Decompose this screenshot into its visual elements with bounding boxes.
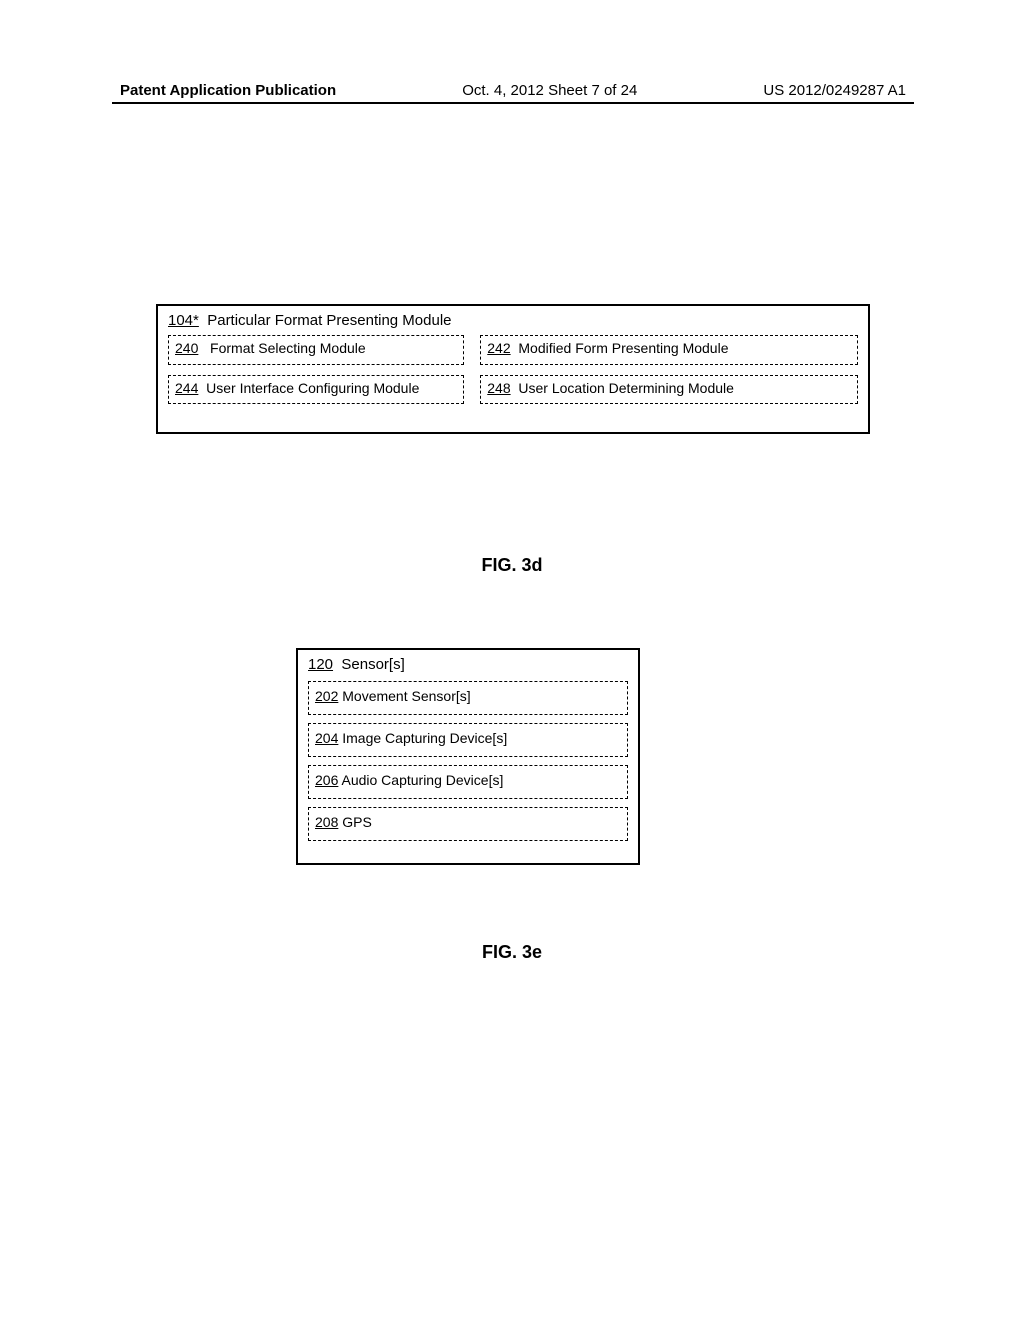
label-208: GPS <box>342 814 372 830</box>
fig3e-sensor-box: 120 Sensor[s] 202 Movement Sensor[s] 204… <box>296 648 640 865</box>
fig3e-box-204: 204 Image Capturing Device[s] <box>308 723 628 757</box>
page-header: Patent Application Publication Oct. 4, 2… <box>120 82 906 99</box>
fig3d-caption: FIG. 3d <box>0 555 1024 576</box>
fig3e-main-ref: 120 <box>308 656 333 673</box>
fig3d-main-ref: 104* <box>168 312 199 329</box>
header-left: Patent Application Publication <box>120 82 336 99</box>
ref-240: 240 <box>175 340 198 356</box>
fig3d-box-248: 248 User Location Determining Module <box>480 375 858 405</box>
fig3d-main-label: Particular Format Presenting Module <box>207 312 451 329</box>
label-240: Format Selecting Module <box>210 340 366 356</box>
fig3d-box-244: 244 User Interface Configuring Module <box>168 375 464 405</box>
ref-244: 244 <box>175 380 198 396</box>
header-rule <box>112 102 914 104</box>
fig3d-title: 104* Particular Format Presenting Module <box>168 312 858 329</box>
header-center: Oct. 4, 2012 Sheet 7 of 24 <box>462 82 637 99</box>
label-244: User Interface Configuring Module <box>206 380 419 396</box>
fig3d-box-240: 240 Format Selecting Module <box>168 335 464 365</box>
ref-206: 206 <box>315 772 338 788</box>
header-right: US 2012/0249287 A1 <box>763 82 906 99</box>
ref-242: 242 <box>487 340 510 356</box>
ref-248: 248 <box>487 380 510 396</box>
fig3d-row1: 240 Format Selecting Module 242 Modified… <box>168 335 858 365</box>
fig3d-row2: 244 User Interface Configuring Module 24… <box>168 375 858 405</box>
fig3e-box-202: 202 Movement Sensor[s] <box>308 681 628 715</box>
label-242: Modified Form Presenting Module <box>518 340 728 356</box>
fig3d-box-242: 242 Modified Form Presenting Module <box>480 335 858 365</box>
ref-208: 208 <box>315 814 338 830</box>
fig3e-title: 120 Sensor[s] <box>308 656 628 673</box>
fig3e-box-208: 208 GPS <box>308 807 628 841</box>
fig3d-module-box: 104* Particular Format Presenting Module… <box>156 304 870 434</box>
label-204: Image Capturing Device[s] <box>342 730 507 746</box>
ref-202: 202 <box>315 688 338 704</box>
label-202: Movement Sensor[s] <box>342 688 470 704</box>
fig3e-box-206: 206 Audio Capturing Device[s] <box>308 765 628 799</box>
fig3e-main-label: Sensor[s] <box>341 656 404 673</box>
fig3e-caption: FIG. 3e <box>0 942 1024 963</box>
ref-204: 204 <box>315 730 338 746</box>
label-206: Audio Capturing Device[s] <box>341 772 503 788</box>
label-248: User Location Determining Module <box>518 380 734 396</box>
